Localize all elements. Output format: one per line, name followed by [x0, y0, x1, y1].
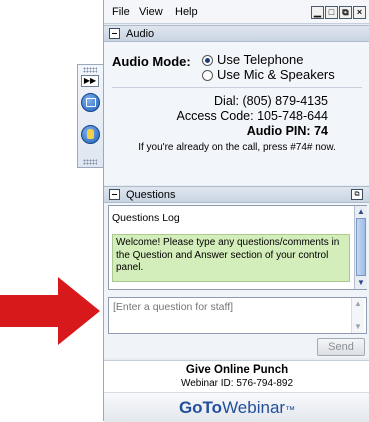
gotowebinar-logo: GoToWebinar™: [104, 398, 369, 418]
audio-section-title: Audio: [126, 28, 155, 40]
access-code-info: Access Code: 105-748-644: [128, 109, 328, 123]
popout-icon[interactable]: ⧉: [351, 189, 363, 200]
grip-handle[interactable]: [83, 159, 97, 165]
expand-icon[interactable]: ▶▶: [81, 75, 99, 87]
scroll-up-icon[interactable]: ▲: [352, 298, 364, 310]
mic-speakers-option-label[interactable]: Use Mic & Speakers: [217, 67, 335, 82]
scroll-down-icon[interactable]: ▼: [355, 277, 367, 289]
minimize-button[interactable]: ▁: [311, 6, 324, 19]
audio-mode-label: Audio Mode:: [112, 54, 191, 69]
red-arrow-icon: [0, 277, 100, 345]
dial-label: Dial:: [214, 94, 240, 108]
log-scrollbar[interactable]: ▲ ▼: [354, 206, 367, 289]
audio-section: Audio Mode: Use Telephone Use Mic & Spea…: [104, 42, 369, 185]
maximize-button[interactable]: □: [325, 6, 338, 19]
logo-webinar: Webinar: [222, 398, 286, 417]
menu-bar: File View Help ▁ □ ⧉ ×: [104, 0, 369, 24]
screen-share-icon[interactable]: [81, 93, 100, 112]
questions-section-header[interactable]: Questions ⧉: [104, 186, 369, 203]
logo-bar: GoToWebinar™: [104, 392, 369, 422]
logo-tm: ™: [285, 405, 296, 416]
side-toolbar: ▶▶: [77, 64, 103, 168]
grip-handle[interactable]: [83, 67, 97, 73]
telephone-radio[interactable]: [202, 55, 213, 66]
mic-speakers-radio[interactable]: [202, 70, 213, 81]
welcome-message: Welcome! Please type any questions/comme…: [112, 234, 350, 282]
webinar-footer: Give Online Punch Webinar ID: 576-794-89…: [104, 360, 369, 422]
access-code-value: 105-748-644: [257, 109, 328, 123]
menu-file[interactable]: File: [112, 6, 130, 18]
dial-number: (805) 879-4135: [242, 94, 328, 108]
menu-help[interactable]: Help: [175, 6, 198, 18]
question-input[interactable]: [108, 297, 367, 334]
audio-pin-label: Audio PIN:: [246, 124, 311, 138]
audio-pin-info: Audio PIN: 74: [128, 124, 328, 138]
call-instruction: If you're already on the call, press #74…: [138, 142, 336, 153]
telephone-option-label[interactable]: Use Telephone: [217, 52, 304, 67]
questions-log: Questions Log Welcome! Please type any q…: [108, 205, 367, 290]
menu-view[interactable]: View: [139, 6, 163, 18]
access-code-label: Access Code:: [176, 109, 254, 123]
send-button[interactable]: Send: [317, 338, 365, 356]
questions-section-title: Questions: [126, 189, 176, 201]
restore-button[interactable]: ⧉: [339, 6, 352, 19]
raise-hand-icon[interactable]: [81, 125, 100, 144]
scroll-up-icon[interactable]: ▲: [355, 206, 367, 218]
logo-goto: GoTo: [178, 398, 223, 417]
audio-pin-value: 74: [314, 124, 328, 138]
webinar-id: Webinar ID: 576-794-892: [180, 378, 294, 389]
dial-info: Dial: (805) 879-4135: [128, 94, 328, 108]
collapse-icon[interactable]: [109, 189, 120, 200]
divider: [112, 87, 362, 88]
close-button[interactable]: ×: [353, 6, 366, 19]
questions-section: Questions Log Welcome! Please type any q…: [104, 203, 369, 358]
input-scrollbar[interactable]: ▲ ▼: [351, 298, 364, 333]
scroll-down-icon[interactable]: ▼: [352, 321, 364, 333]
questions-log-title: Questions Log: [112, 212, 180, 224]
control-panel: File View Help ▁ □ ⧉ × Audio Audio Mode:…: [103, 0, 369, 422]
collapse-icon[interactable]: [109, 28, 120, 39]
webinar-title: Give Online Punch: [185, 364, 289, 376]
audio-section-header[interactable]: Audio: [104, 25, 369, 42]
scroll-thumb[interactable]: [356, 218, 366, 276]
